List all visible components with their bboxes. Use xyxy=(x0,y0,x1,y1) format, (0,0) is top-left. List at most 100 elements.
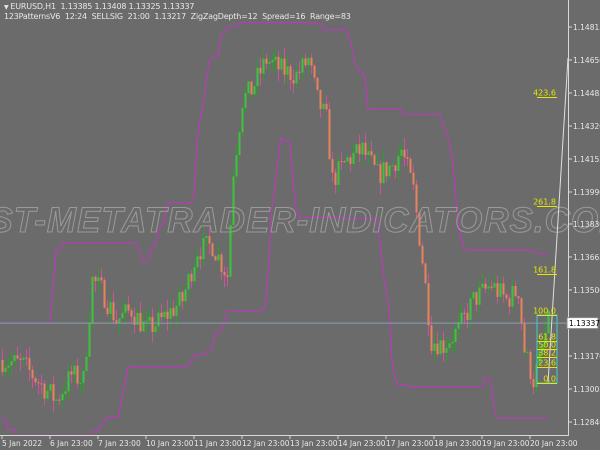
candle-body xyxy=(373,155,376,165)
candle-body xyxy=(478,287,481,305)
fib-level-label: 161.8 xyxy=(533,266,556,275)
candle-body xyxy=(301,58,304,73)
candle-body xyxy=(22,357,25,360)
candle-body xyxy=(367,151,370,155)
candle-body xyxy=(175,305,178,316)
time-tick-label: 7 Jan 23:00 xyxy=(98,439,141,448)
candle-body xyxy=(94,276,97,282)
symbol-ohlc: EURUSD,H1 1.13385 1.13408 1.13325 1.1333… xyxy=(10,2,195,11)
candle-body xyxy=(70,371,73,375)
price-tick-label: 1.13170 xyxy=(573,352,600,361)
candle-body xyxy=(325,103,328,110)
price-tick-label: 1.14155 xyxy=(573,155,600,164)
candle-body xyxy=(73,365,76,375)
candle-body xyxy=(193,267,196,282)
candle-body xyxy=(451,341,454,344)
candle-body xyxy=(280,58,283,70)
candle-body xyxy=(190,273,193,282)
candle-body xyxy=(82,370,85,383)
triangle-down-icon[interactable]: ▼ xyxy=(4,4,9,11)
candle-body xyxy=(334,172,337,185)
candle-body xyxy=(529,351,532,380)
candle-body xyxy=(382,162,385,184)
candle-body xyxy=(526,351,529,353)
fib-level-label: 23.6 xyxy=(538,359,556,368)
candle-body xyxy=(169,308,172,319)
time-tick-label: 18 Jan 23:00 xyxy=(434,439,482,448)
candle-body xyxy=(439,340,442,355)
candle-body xyxy=(322,103,325,110)
price-chart[interactable]: BEST-METATRADER-INDICATORS.COM 423.6 261.… xyxy=(0,0,600,450)
candle-body xyxy=(310,57,313,66)
price-tick-label: 1.14815 xyxy=(573,23,600,32)
candle-body xyxy=(88,323,91,357)
candle-body xyxy=(130,310,133,317)
price-tick-label: 1.14650 xyxy=(573,56,600,65)
candle-body xyxy=(340,161,343,163)
candle-body xyxy=(109,302,112,314)
candle-body xyxy=(7,365,10,368)
candle-body xyxy=(361,142,364,155)
candle-body xyxy=(472,292,475,299)
candle-body xyxy=(400,149,403,156)
candle-body xyxy=(25,357,28,359)
time-tick-label: 5 Jan 2022 xyxy=(2,439,42,448)
candle-body xyxy=(304,58,307,66)
indicator-info: 123PatternsV6 12:24 SELLSIG 21:00 1.1321… xyxy=(4,12,351,21)
candle-body xyxy=(385,162,388,177)
candle-body xyxy=(181,292,184,302)
candle-body xyxy=(298,71,301,73)
candle-body xyxy=(4,367,7,372)
time-axis[interactable]: 5 Jan 2022 6 Jan 23:00 7 Jan 23:00 10 Jan 2… xyxy=(1,435,578,448)
candle-body xyxy=(145,320,148,322)
fib-level-label: 423.6 xyxy=(533,89,556,98)
candle-body xyxy=(508,298,511,307)
candle-body xyxy=(406,157,409,159)
candle-body xyxy=(52,384,55,401)
time-tick-label: 19 Jan 23:00 xyxy=(482,439,530,448)
candle-body xyxy=(436,343,439,355)
candle-body xyxy=(61,394,64,401)
candle-body xyxy=(463,312,466,314)
candle-body xyxy=(106,307,109,314)
candle-body xyxy=(103,280,106,308)
time-tick-label: 6 Jan 23:00 xyxy=(50,439,93,448)
candle-body xyxy=(520,298,523,323)
candle-body xyxy=(256,67,259,87)
candle-body xyxy=(481,283,484,288)
candle-body xyxy=(196,256,199,268)
candle-body xyxy=(184,289,187,302)
candle-body xyxy=(250,81,253,95)
price-tick-label: 1.14320 xyxy=(573,122,600,131)
candle-body xyxy=(349,157,352,164)
candle-body xyxy=(442,340,445,353)
candle-body xyxy=(46,390,49,399)
candle-body xyxy=(235,155,238,177)
candle-body xyxy=(16,355,19,359)
price-tick-label: 1.14485 xyxy=(573,89,600,98)
candle-body xyxy=(316,77,319,90)
candle-body xyxy=(97,277,100,282)
candle-body xyxy=(259,67,262,74)
candle-body xyxy=(223,271,226,276)
candle-body xyxy=(268,62,271,64)
candle-body xyxy=(307,57,310,66)
candle-body xyxy=(358,144,361,155)
candle-body xyxy=(118,318,121,324)
candle-body xyxy=(241,107,244,133)
candle-body xyxy=(370,151,373,156)
candle-body xyxy=(85,356,88,371)
candle-body xyxy=(328,109,331,160)
candle-body xyxy=(289,66,292,81)
time-tick-label: 13 Jan 23:00 xyxy=(290,439,338,448)
candle-body xyxy=(445,348,448,353)
candle-body xyxy=(139,312,142,332)
candle-body xyxy=(517,296,520,299)
candle-body xyxy=(37,382,40,384)
candle-body xyxy=(1,360,4,372)
candle-body xyxy=(211,243,214,257)
candle-body xyxy=(499,283,502,297)
candle-body xyxy=(247,81,250,94)
candle-body xyxy=(187,273,190,290)
candle-body xyxy=(421,245,424,264)
